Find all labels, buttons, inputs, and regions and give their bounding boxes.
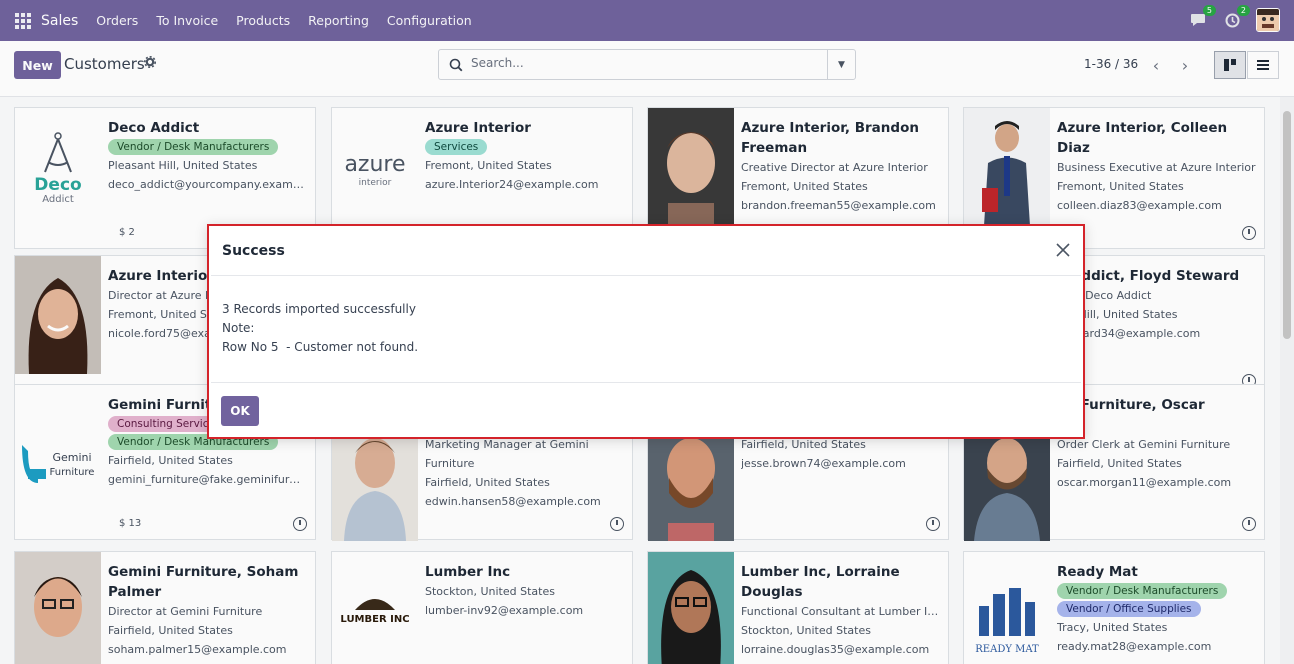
note-label: Note: bbox=[222, 321, 255, 335]
ok-button[interactable]: OK bbox=[221, 396, 259, 426]
close-icon bbox=[1056, 243, 1070, 257]
note-detail: Row No 5 - Customer not found. bbox=[222, 340, 419, 354]
success-dialog: Success 3 Records imported successfully … bbox=[207, 224, 1085, 439]
dialog-body: 3 Records imported successfully Note: Ro… bbox=[222, 300, 418, 357]
dialog-footer: OK bbox=[211, 382, 1081, 437]
import-result-text: 3 Records imported successfully bbox=[222, 302, 416, 316]
close-button[interactable] bbox=[1051, 238, 1075, 262]
dialog-header: Success bbox=[211, 228, 1081, 276]
dialog-title: Success bbox=[222, 243, 285, 259]
